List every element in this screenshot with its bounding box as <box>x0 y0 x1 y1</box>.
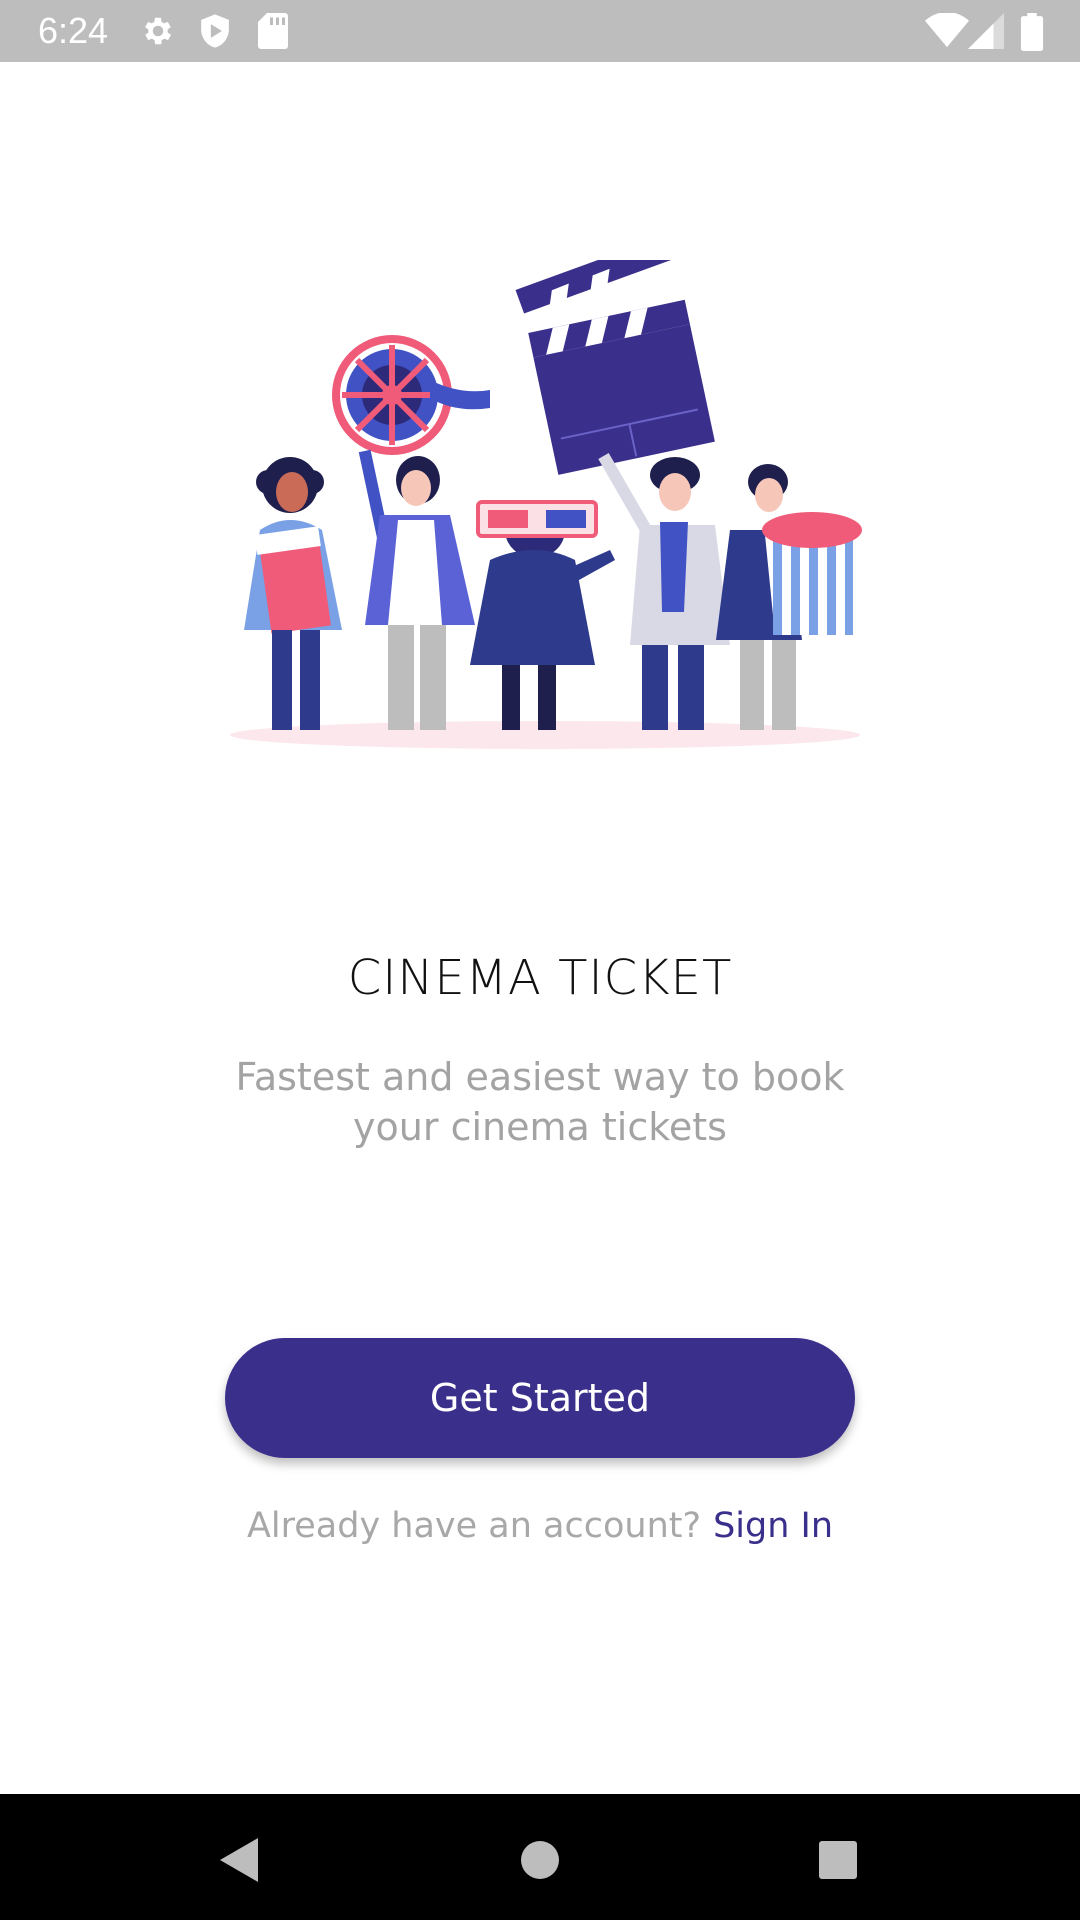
back-icon[interactable] <box>210 1830 270 1890</box>
battery-icon <box>1020 13 1044 51</box>
signin-prompt: Already have an account? <box>246 1506 702 1546</box>
sd-card-icon <box>258 13 288 49</box>
signal-icon <box>968 13 1004 49</box>
onboarding-screen: 6:24 CINEMA TICKET Fastest and easiest w… <box>0 0 1080 1920</box>
signin-row: Already have an account? Sign In <box>0 1506 1080 1546</box>
status-time: 6:24 <box>38 10 109 51</box>
home-icon[interactable] <box>510 1830 570 1890</box>
app-subtitle: Fastest and easiest way to book your cin… <box>235 1055 845 1149</box>
wifi-icon <box>925 13 969 48</box>
settings-icon <box>145 17 172 45</box>
status-bar: 6:24 <box>0 0 1080 62</box>
sign-in-link[interactable]: Sign In <box>713 1506 833 1546</box>
shield-icon <box>201 14 229 48</box>
app-title: CINEMA TICKET <box>347 950 733 1006</box>
recents-icon[interactable] <box>808 1830 868 1890</box>
navigation-bar <box>0 1794 1080 1920</box>
cinema-people-illustration <box>230 260 862 749</box>
get-started-button[interactable]: Get Started <box>225 1338 855 1458</box>
